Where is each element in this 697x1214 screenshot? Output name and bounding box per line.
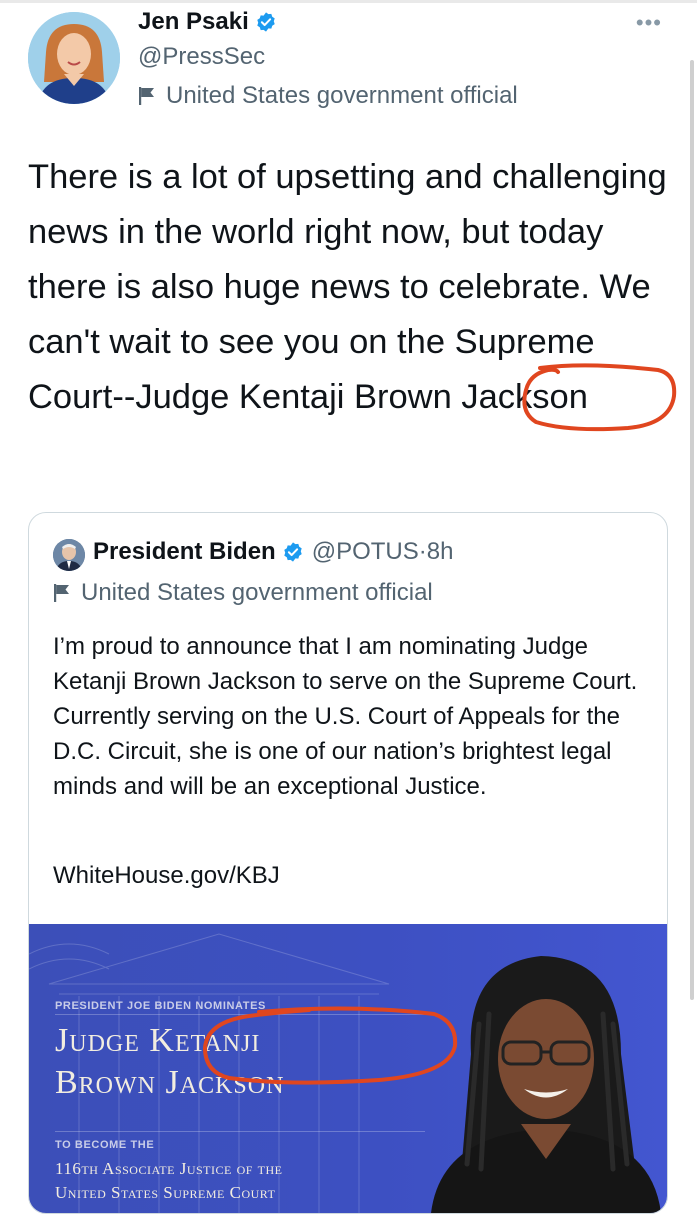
- media-to-become-label: TO BECOME THE: [55, 1139, 155, 1151]
- verified-badge-icon: [284, 542, 302, 562]
- gov-label-row: United States government official: [138, 82, 518, 110]
- quoted-timestamp[interactable]: 8h: [427, 538, 454, 566]
- gov-label: United States government official: [166, 82, 518, 109]
- quoted-author-row[interactable]: President Biden @POTUS · 8h: [93, 538, 453, 566]
- top-divider: [0, 0, 697, 3]
- more-icon[interactable]: •••: [636, 10, 662, 36]
- flag-icon: [54, 584, 69, 602]
- quoted-tweet-card[interactable]: President Biden @POTUS · 8h United State…: [28, 512, 668, 1214]
- verified-badge-icon: [257, 12, 275, 32]
- media-justice-title: 116th Associate Justice of the United St…: [55, 1157, 283, 1205]
- media-justice-line2: United States Supreme Court: [55, 1183, 276, 1202]
- quoted-author-avatar[interactable]: [53, 539, 85, 571]
- media-justice-line1: 116th Associate Justice of the: [55, 1159, 283, 1178]
- annotation-circle: [202, 1006, 458, 1085]
- quoted-gov-label-row: United States government official: [53, 579, 433, 607]
- quoted-author-handle[interactable]: @POTUS: [312, 538, 419, 566]
- author-name-row[interactable]: Jen Psaki: [138, 8, 277, 36]
- quoted-tweet-text: I’m proud to announce that I am nominati…: [53, 633, 638, 800]
- quoted-gov-label: United States government official: [81, 579, 433, 606]
- annotation-circle: [522, 363, 677, 432]
- quoted-link[interactable]: WhiteHouse.gov/KBJ: [53, 862, 280, 890]
- author-handle[interactable]: @PressSec: [138, 43, 265, 71]
- author-avatar[interactable]: [28, 12, 120, 104]
- dot-separator: ·: [418, 538, 427, 565]
- scrollbar[interactable]: [690, 60, 694, 1000]
- media-divider: [55, 1131, 425, 1132]
- quoted-author-name[interactable]: President Biden: [93, 538, 276, 566]
- author-name[interactable]: Jen Psaki: [138, 8, 249, 36]
- quoted-media-image[interactable]: PRESIDENT JOE BIDEN NOMINATES Judge Keta…: [29, 924, 667, 1213]
- flag-icon: [139, 87, 154, 105]
